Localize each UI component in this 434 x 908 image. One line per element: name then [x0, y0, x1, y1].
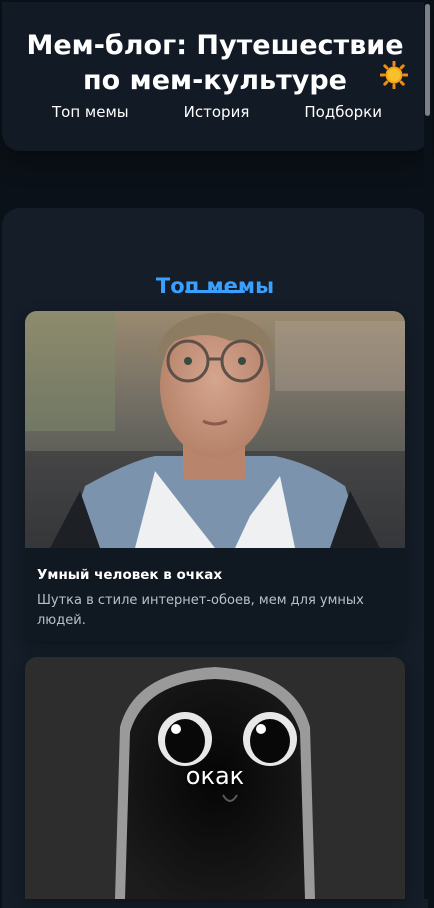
meme-card-description: Шутка в стиле интернет-обоев, мем для ум…: [37, 593, 364, 628]
meme-card[interactable]: Умный человек в очках Шутка в стиле инте…: [25, 311, 405, 641]
sun-icon: [380, 61, 408, 89]
meme-card-title: Умный человек в очках: [37, 567, 223, 583]
page: Мем-блог: Путешествие по мем-культуре То…: [0, 0, 434, 908]
meme-caption: окак: [185, 762, 245, 790]
nav-link-collections[interactable]: Подборки: [294, 102, 392, 124]
site-header: Мем-блог: Путешествие по мем-культуре То…: [2, 2, 430, 151]
nav-link-top-memes[interactable]: Топ мемы: [42, 102, 139, 124]
main-nav: Топ мемы История Подборки: [42, 102, 392, 124]
scrollbar-thumb[interactable]: [425, 4, 430, 116]
meme-card[interactable]: окак: [25, 657, 405, 899]
nav-link-history[interactable]: История: [174, 102, 260, 124]
meme-image: [25, 311, 405, 548]
section-title-underline: [185, 290, 245, 293]
page-title: Мем-блог: Путешествие по мем-культуре: [26, 30, 404, 96]
section-title: Топ мемы: [155, 274, 275, 299]
scrollbar[interactable]: [424, 2, 432, 899]
